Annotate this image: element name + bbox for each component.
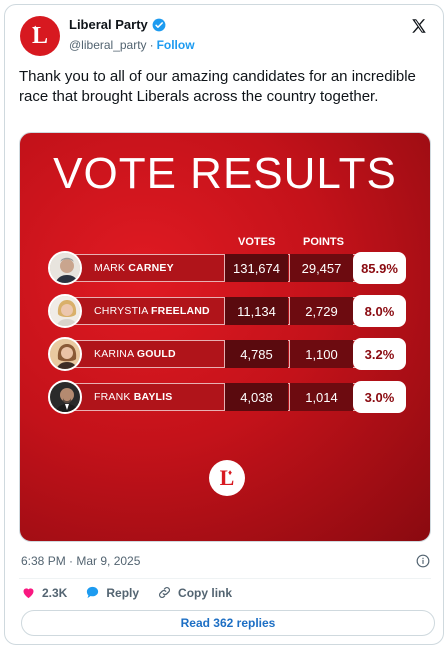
result-row: CHRYSTIA FREELAND 11,134 2,729 8.0% xyxy=(48,294,406,328)
copy-link-button[interactable]: Copy link xyxy=(157,585,232,600)
points-value: 1,100 xyxy=(289,340,353,368)
tweet-image[interactable]: VOTE RESULTS VOTES POINTS MARK CARNEY 13… xyxy=(19,132,431,542)
reply-button[interactable]: Reply xyxy=(85,585,139,600)
verified-badge-icon xyxy=(152,18,166,31)
separator-dot: · xyxy=(149,38,154,52)
candidate-name: FRANK BAYLIS xyxy=(94,391,173,403)
like-count: 2.3K xyxy=(42,585,68,600)
votes-value: 4,785 xyxy=(224,340,288,368)
tweet-timestamp[interactable]: 6:38 PM · Mar 9, 2025 xyxy=(21,554,140,568)
candidate-photo xyxy=(48,251,82,285)
heart-icon xyxy=(23,588,34,599)
handle-row: @liberal_party · Follow xyxy=(69,38,195,52)
result-row: KARINA GOULD 4,785 1,100 3.2% xyxy=(48,337,406,371)
info-icon[interactable] xyxy=(416,554,430,568)
percent-badge: 3.2% xyxy=(353,338,406,370)
read-replies-button[interactable]: Read 362 replies xyxy=(21,610,435,636)
tweet-card: L ♦ Liberal Party @liberal_party · Follo… xyxy=(4,4,444,645)
maple-leaf-icon: ♦ xyxy=(33,23,38,33)
reply-bubble-icon xyxy=(87,586,99,599)
image-title: VOTE RESULTS xyxy=(53,149,397,198)
points-value: 1,014 xyxy=(289,383,353,411)
votes-column-header: VOTES xyxy=(238,236,276,248)
like-button[interactable]: 2.3K xyxy=(21,585,67,600)
result-row: MARK CARNEY 131,674 29,457 85.9% xyxy=(48,251,406,285)
follow-button[interactable]: Follow xyxy=(157,38,195,52)
points-value: 29,457 xyxy=(289,254,353,282)
x-logo-icon[interactable] xyxy=(410,17,428,35)
copy-link-label: Copy link xyxy=(178,585,233,600)
action-bar: 2.3K Reply Copy link xyxy=(21,585,250,600)
display-name[interactable]: Liberal Party xyxy=(69,17,148,32)
tweet-text: Thank you to all of our amazing candidat… xyxy=(19,68,416,105)
candidate-photo xyxy=(48,294,82,328)
link-icon xyxy=(159,587,171,598)
candidate-name: MARK CARNEY xyxy=(94,262,174,274)
candidate-photo xyxy=(48,337,82,371)
liberal-logo-icon: L ♦ xyxy=(209,460,245,496)
account-handle[interactable]: @liberal_party xyxy=(69,38,147,52)
reply-label: Reply xyxy=(106,585,140,600)
candidate-name: KARINA GOULD xyxy=(94,348,176,360)
avatar[interactable]: L ♦ xyxy=(20,16,60,56)
percent-badge: 85.9% xyxy=(353,252,406,284)
votes-value: 4,038 xyxy=(224,383,288,411)
candidate-photo xyxy=(48,380,82,414)
candidate-name: CHRYSTIA FREELAND xyxy=(94,305,210,317)
votes-value: 11,134 xyxy=(224,297,288,325)
points-value: 2,729 xyxy=(289,297,353,325)
points-column-header: POINTS xyxy=(303,236,344,248)
votes-value: 131,674 xyxy=(224,254,288,282)
divider xyxy=(19,578,431,579)
percent-badge: 3.0% xyxy=(353,381,406,413)
percent-badge: 8.0% xyxy=(353,295,406,327)
result-row: FRANK BAYLIS 4,038 1,014 3.0% xyxy=(48,380,406,414)
maple-leaf-icon: ♦ xyxy=(228,468,233,477)
account-name-row: Liberal Party xyxy=(69,17,166,32)
